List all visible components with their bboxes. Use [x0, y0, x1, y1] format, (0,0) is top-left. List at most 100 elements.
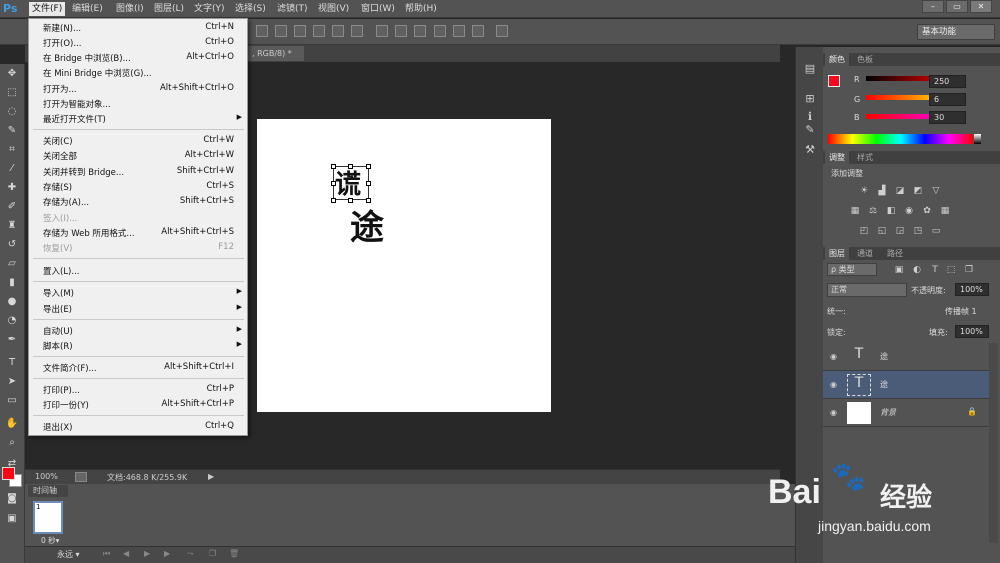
align-top-icon[interactable] — [256, 25, 268, 37]
filter-type-icon[interactable]: T — [929, 265, 941, 275]
b-value-input[interactable]: 30 — [929, 111, 966, 124]
loop-select[interactable]: 永远 ▾ — [57, 549, 80, 560]
align-vcenter-icon[interactable] — [275, 25, 287, 37]
layer-row-selected[interactable]: ◉ T 途 — [823, 371, 989, 399]
filter-smart-icon[interactable]: ❐ — [963, 265, 975, 275]
layer-row[interactable]: ◉ T 途 — [823, 343, 989, 371]
menu-image[interactable]: 图像(I) — [113, 2, 147, 16]
document-canvas[interactable]: 谎 途 — [257, 119, 551, 412]
distribute-vcenter-icon[interactable] — [395, 25, 407, 37]
menu-item-exit[interactable]: 退出(X) Ctrl+Q — [29, 420, 247, 434]
tool-presets-icon[interactable]: ⚒ — [801, 143, 819, 159]
menu-item-open[interactable]: 打开(O)... Ctrl+O — [29, 36, 247, 50]
menu-item-new[interactable]: 新建(N)... Ctrl+N — [29, 21, 247, 35]
distribute-left-icon[interactable] — [434, 25, 446, 37]
quick-select-tool-icon[interactable]: ✎ — [4, 123, 20, 139]
menu-item-close[interactable]: 关闭(C) Ctrl+W — [29, 134, 247, 148]
screen-mode-icon[interactable]: ▣ — [4, 511, 20, 527]
menu-help[interactable]: 帮助(H) — [402, 2, 440, 16]
tab-swatches[interactable]: 色板 — [853, 53, 877, 66]
zoom-tool-icon[interactable]: ⌕ — [4, 435, 20, 451]
tab-adjustments[interactable]: 调整 — [825, 151, 849, 164]
filter-shape-icon[interactable]: ⬚ — [945, 265, 957, 275]
menu-item-print-one[interactable]: 打印一份(Y) Alt+Shift+Ctrl+P — [29, 398, 247, 412]
color-lookup-icon[interactable]: ▦ — [939, 206, 951, 216]
lasso-tool-icon[interactable]: ◌ — [4, 104, 20, 120]
color-fg-swatch[interactable] — [828, 75, 840, 87]
menu-item-file-info[interactable]: 文件简介(F)... Alt+Shift+Ctrl+I — [29, 361, 247, 375]
filter-adjustment-icon[interactable]: ◐ — [911, 265, 923, 275]
menu-filter[interactable]: 滤镜(T) — [274, 2, 311, 16]
menu-window[interactable]: 窗口(W) — [358, 2, 398, 16]
black-white-icon[interactable]: ◧ — [885, 206, 897, 216]
history-brush-icon[interactable]: ↺ — [4, 237, 20, 253]
zoom-level[interactable]: 100% — [35, 472, 58, 481]
menu-item-close-go-bridge[interactable]: 关闭并转到 Bridge... Shift+Ctrl+W — [29, 165, 247, 179]
play-icon[interactable]: ▶ — [144, 549, 150, 558]
distribute-hcenter-icon[interactable] — [453, 25, 465, 37]
animation-frame[interactable]: 1 — [33, 501, 63, 534]
first-frame-icon[interactable]: ⏮ — [103, 549, 110, 559]
duplicate-frame-icon[interactable]: ❐ — [209, 549, 216, 558]
move-tool-icon[interactable]: ✥ — [4, 66, 20, 82]
align-left-icon[interactable] — [313, 25, 325, 37]
crop-tool-icon[interactable]: ⌗ — [4, 142, 20, 158]
foreground-color-swatch-front[interactable] — [2, 467, 15, 480]
close-button[interactable]: ✕ — [970, 0, 992, 13]
properties-icon[interactable]: ⊞ — [801, 92, 819, 108]
healing-tool-icon[interactable]: ✚ — [4, 180, 20, 196]
opacity-input[interactable]: 100% — [955, 283, 989, 296]
shape-tool-icon[interactable]: ▭ — [4, 393, 20, 409]
photo-filter-icon[interactable]: ◉ — [903, 206, 915, 216]
visibility-eye-icon[interactable]: ◉ — [830, 352, 837, 361]
tween-icon[interactable]: ⤳ — [187, 549, 193, 559]
propagate-frame-checkbox[interactable]: 传播帧 1 — [945, 306, 977, 317]
auto-align-icon[interactable] — [496, 25, 508, 37]
timeline-tab[interactable]: 时间轴 — [28, 485, 68, 497]
next-frame-icon[interactable]: ▶ — [164, 549, 170, 558]
hue-saturation-icon[interactable]: ▦ — [849, 206, 861, 216]
menu-view[interactable]: 视图(V) — [315, 2, 352, 16]
brush-tool-icon[interactable]: ✐ — [4, 199, 20, 215]
menu-item-open-as[interactable]: 打开为... Alt+Shift+Ctrl+O — [29, 82, 247, 96]
document-tab[interactable]: , RGB/8) * — [244, 46, 304, 61]
tab-paths[interactable]: 路径 — [883, 247, 907, 260]
menu-type[interactable]: 文字(Y) — [191, 2, 228, 16]
hand-tool-icon[interactable]: ✋ — [4, 416, 20, 432]
workspace-select[interactable]: 基本功能 — [917, 24, 995, 40]
gradient-tool-icon[interactable]: ▮ — [4, 275, 20, 291]
prev-frame-icon[interactable]: ◀ — [123, 549, 129, 558]
g-value-input[interactable]: 6 — [929, 93, 966, 106]
menu-item-close-all[interactable]: 关闭全部 Alt+Ctrl+W — [29, 149, 247, 163]
distribute-top-icon[interactable] — [376, 25, 388, 37]
blend-mode-select[interactable]: 正常 — [827, 283, 907, 297]
menu-item-browse-mini-bridge[interactable]: 在 Mini Bridge 中浏览(G)... — [29, 66, 247, 80]
type-tool-icon[interactable]: T — [4, 355, 20, 371]
dodge-tool-icon[interactable]: ◔ — [4, 313, 20, 329]
fill-input[interactable]: 100% — [955, 325, 989, 338]
minimize-button[interactable]: – — [922, 0, 944, 13]
menu-edit[interactable]: 编辑(E) — [69, 2, 106, 16]
menu-file[interactable]: 文件(F) — [29, 2, 66, 16]
black-white-bar[interactable] — [974, 134, 981, 144]
vibrance-icon[interactable]: ▽ — [930, 186, 942, 196]
menu-item-save[interactable]: 存储(S) Ctrl+S — [29, 180, 247, 194]
transform-handle[interactable] — [366, 181, 371, 186]
eyedropper-tool-icon[interactable]: ⁄ — [4, 161, 20, 177]
status-menu-arrow[interactable]: ▶ — [208, 472, 214, 481]
marquee-tool-icon[interactable]: ⬚ — [4, 85, 20, 101]
levels-icon[interactable]: ▟ — [876, 186, 888, 196]
tab-channels[interactable]: 通道 — [853, 247, 877, 260]
delete-frame-icon[interactable]: 🗑 — [229, 549, 239, 558]
history-icon[interactable]: ▤ — [801, 62, 819, 78]
transform-handle[interactable] — [366, 164, 371, 169]
menu-layer[interactable]: 图层(L) — [151, 2, 187, 16]
align-right-icon[interactable] — [351, 25, 363, 37]
align-hcenter-icon[interactable] — [332, 25, 344, 37]
layer-row[interactable]: ◉ 背景 🔒 — [823, 399, 989, 427]
menu-item-recent-files[interactable]: 最近打开文件(T) ▶ — [29, 112, 247, 126]
menu-item-browse-bridge[interactable]: 在 Bridge 中浏览(B)... Alt+Ctrl+O — [29, 51, 247, 65]
blur-tool-icon[interactable]: ● — [4, 294, 20, 310]
pen-tool-icon[interactable]: ✒ — [4, 332, 20, 348]
posterize-icon[interactable]: ◱ — [876, 226, 888, 236]
